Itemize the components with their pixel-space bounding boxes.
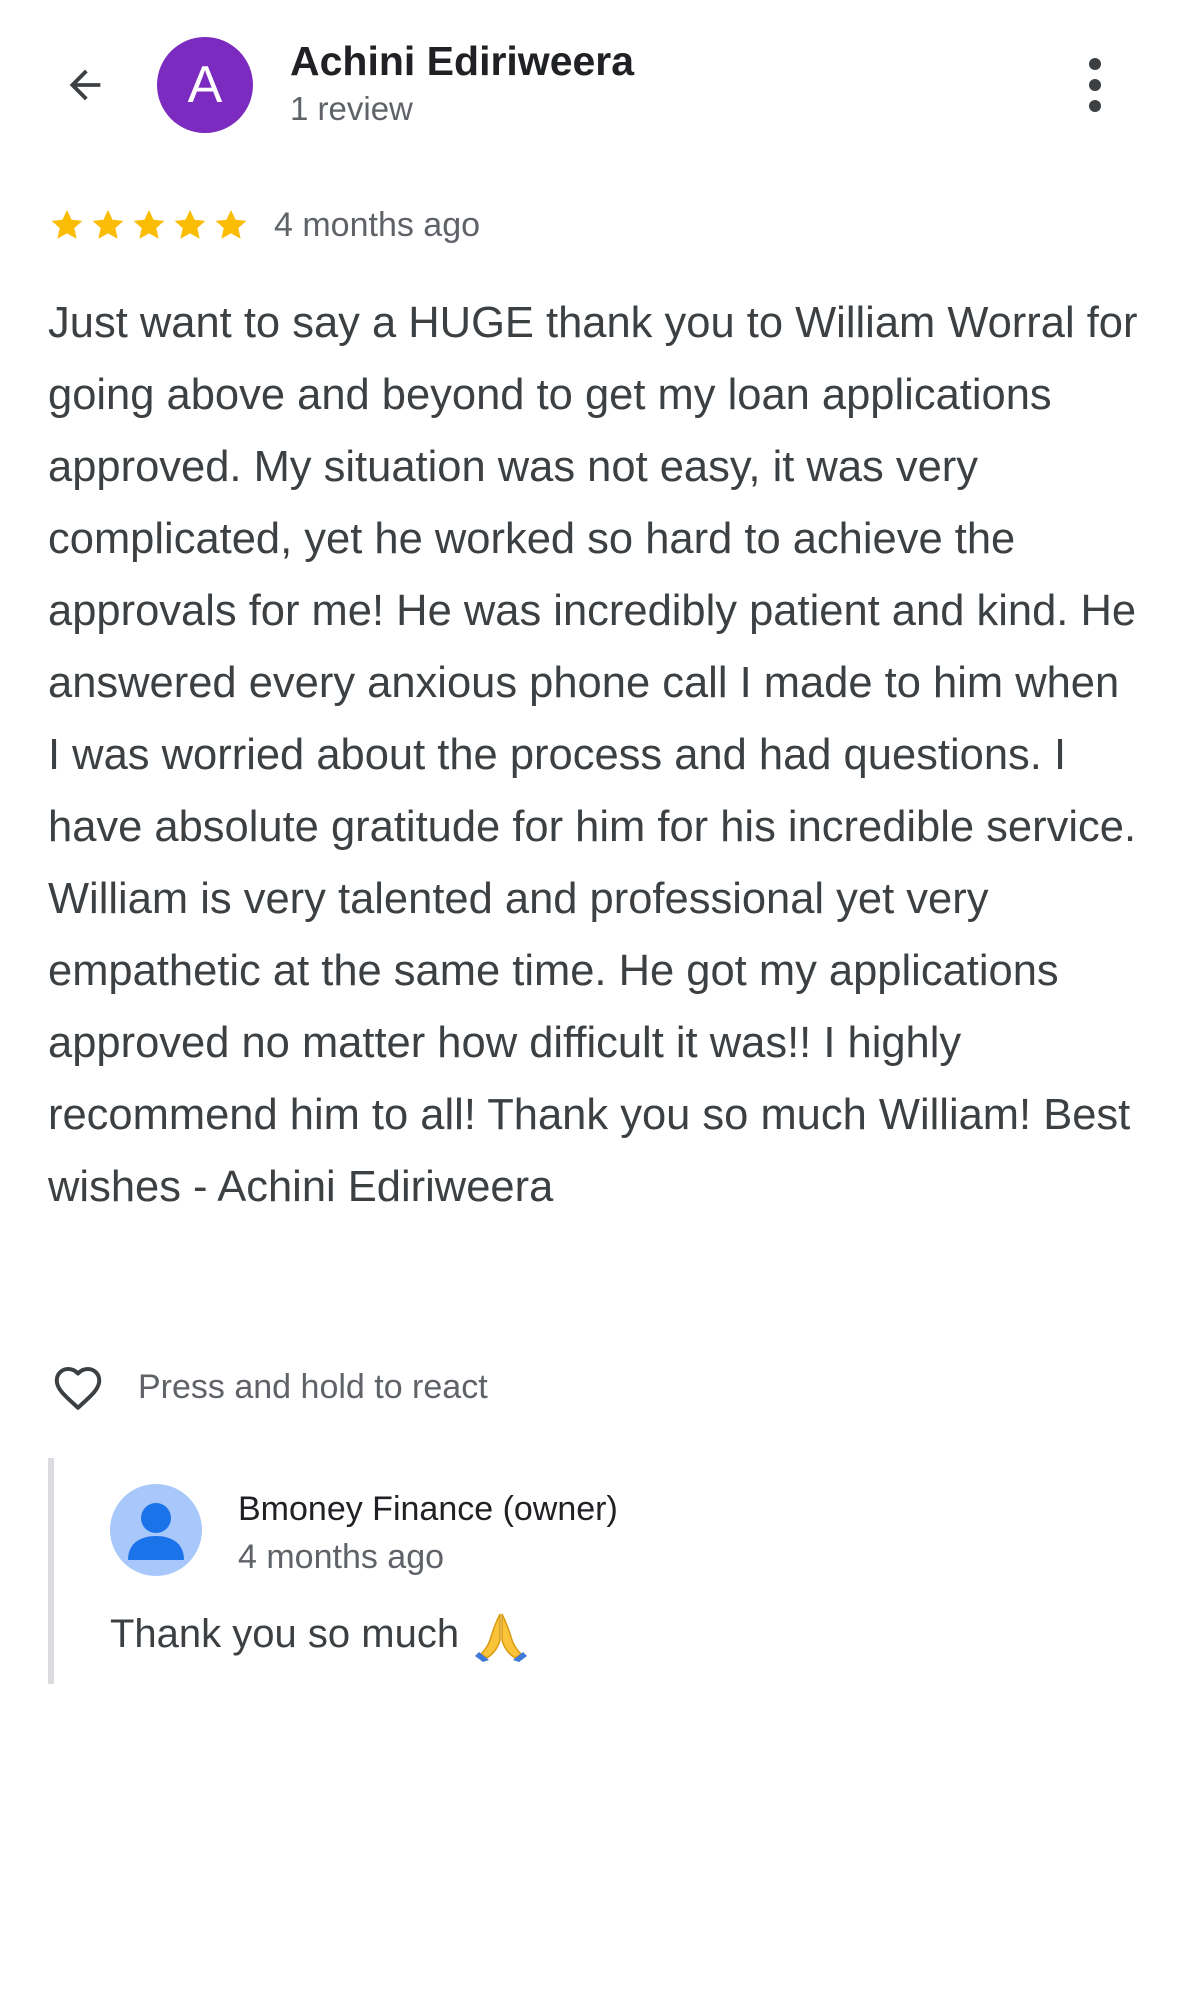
review-count: 1 review bbox=[290, 90, 413, 127]
react-row: Press and hold to react bbox=[46, 1355, 488, 1419]
star-icon bbox=[92, 209, 124, 239]
reviewer-name[interactable]: Achini Ediriweera bbox=[290, 38, 634, 85]
review-text: Just want to say a HUGE thank you to Wil… bbox=[48, 299, 1138, 1211]
owner-reply-text-row: Thank you so much bbox=[110, 1606, 529, 1662]
react-hint: Press and hold to react bbox=[138, 1367, 488, 1406]
rating-row: 4 months ago bbox=[48, 202, 480, 248]
heart-outline-icon bbox=[54, 1367, 102, 1410]
arrow-left-icon bbox=[69, 69, 101, 101]
avatar-letter: A bbox=[187, 56, 223, 114]
star-icon bbox=[215, 209, 247, 239]
reviewer-avatar[interactable]: A bbox=[157, 37, 253, 133]
star-rating bbox=[48, 206, 250, 244]
owner-reply-date: 4 months ago bbox=[238, 1538, 445, 1576]
folded-hands-emoji bbox=[475, 1613, 528, 1662]
person-icon bbox=[128, 1503, 184, 1560]
owner-name: Bmoney Finance (owner) bbox=[238, 1490, 618, 1528]
more-options-button[interactable] bbox=[1070, 50, 1120, 120]
react-button[interactable] bbox=[46, 1355, 110, 1419]
star-icon bbox=[51, 209, 83, 239]
review-header: A Achini Ediriweera 1 review bbox=[0, 0, 1179, 170]
more-vertical-icon bbox=[1089, 58, 1101, 70]
star-icon bbox=[133, 209, 165, 239]
star-icon bbox=[174, 209, 206, 239]
owner-reply-text: Thank you so much bbox=[110, 1611, 460, 1656]
owner-avatar bbox=[110, 1484, 202, 1576]
review-date: 4 months ago bbox=[274, 205, 481, 244]
back-button[interactable] bbox=[50, 50, 120, 120]
owner-reply: Bmoney Finance (owner) 4 months ago Than… bbox=[48, 1458, 1144, 1684]
